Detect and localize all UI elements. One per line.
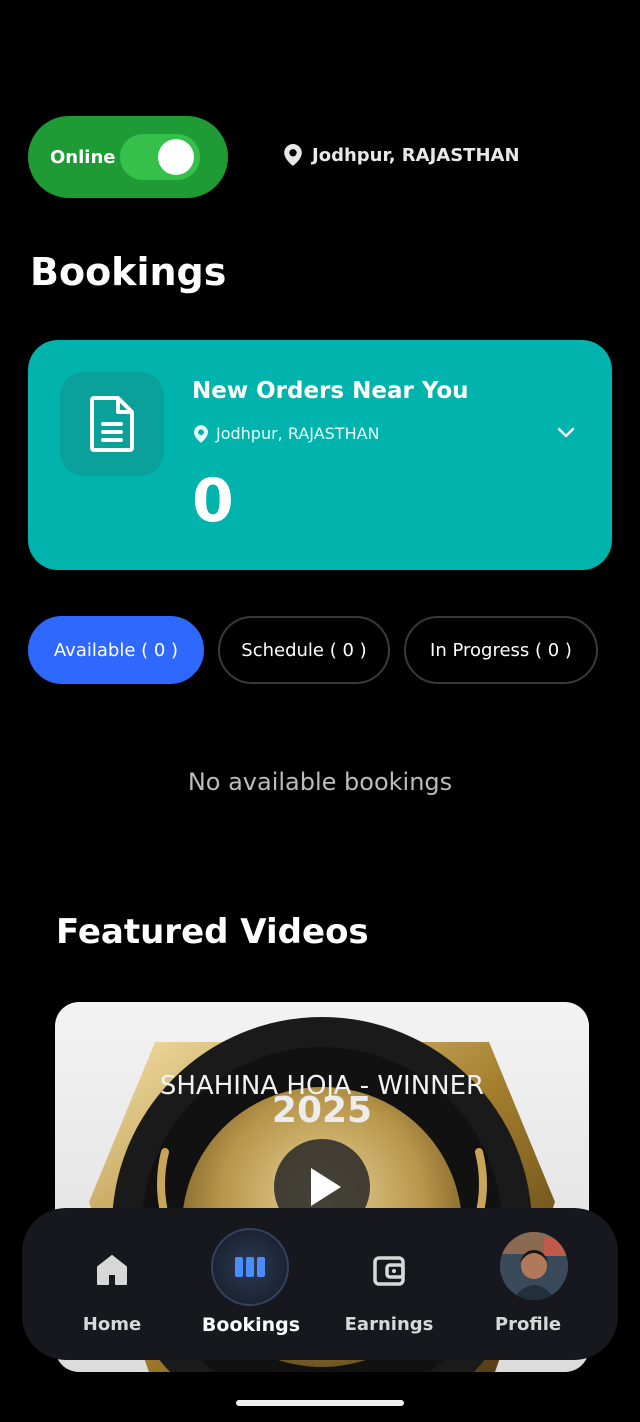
nav-home[interactable]: Home	[52, 1208, 172, 1360]
toggle-switch[interactable]	[120, 134, 200, 180]
active-indicator	[211, 1228, 289, 1306]
current-location-text: Jodhpur, RAJASTHAN	[312, 144, 520, 166]
tab-in-progress[interactable]: In Progress ( 0 )	[404, 616, 598, 684]
nav-profile-label: Profile	[494, 1314, 562, 1335]
empty-state-message: No available bookings	[187, 768, 453, 796]
orders-card-location-text: Jodhpur, RAJASTHAN	[216, 424, 380, 443]
online-toggle[interactable]: Online	[28, 116, 228, 198]
location-pin-icon	[284, 144, 302, 166]
nav-earnings-label: Earnings	[344, 1314, 434, 1335]
document-icon	[90, 396, 134, 452]
nav-earnings[interactable]: Earnings	[329, 1208, 449, 1360]
orders-card-location: Jodhpur, RAJASTHAN	[194, 424, 380, 443]
online-label: Online	[50, 146, 116, 168]
current-location[interactable]: Jodhpur, RAJASTHAN	[284, 144, 520, 166]
document-icon-box	[60, 372, 164, 476]
nav-profile[interactable]: Profile	[468, 1208, 588, 1360]
badge-year: 2025	[272, 1090, 372, 1131]
featured-videos-title: Featured Videos	[56, 912, 369, 952]
nav-bookings-label: Bookings	[201, 1314, 301, 1336]
home-indicator	[236, 1400, 404, 1406]
wallet-icon	[373, 1256, 405, 1286]
booking-tabs: Available ( 0 ) Schedule ( 0 ) In Progre…	[28, 616, 612, 684]
avatar	[500, 1232, 568, 1300]
orders-count: 0	[192, 466, 234, 536]
nav-home-label: Home	[82, 1314, 142, 1335]
location-pin-icon	[194, 424, 208, 443]
tab-available[interactable]: Available ( 0 )	[28, 616, 204, 684]
chevron-down-icon[interactable]	[556, 426, 576, 440]
bottom-navigation: Home Bookings Earnings Profile	[22, 1208, 618, 1360]
new-orders-card[interactable]: New Orders Near You Jodhpur, RAJASTHAN 0	[28, 340, 612, 570]
bookings-icon	[235, 1257, 265, 1277]
tab-schedule[interactable]: Schedule ( 0 )	[218, 616, 390, 684]
toggle-knob	[158, 139, 194, 175]
orders-card-title: New Orders Near You	[192, 378, 469, 404]
page-title: Bookings	[30, 250, 227, 294]
nav-bookings[interactable]: Bookings	[191, 1208, 311, 1360]
home-icon	[97, 1255, 127, 1285]
